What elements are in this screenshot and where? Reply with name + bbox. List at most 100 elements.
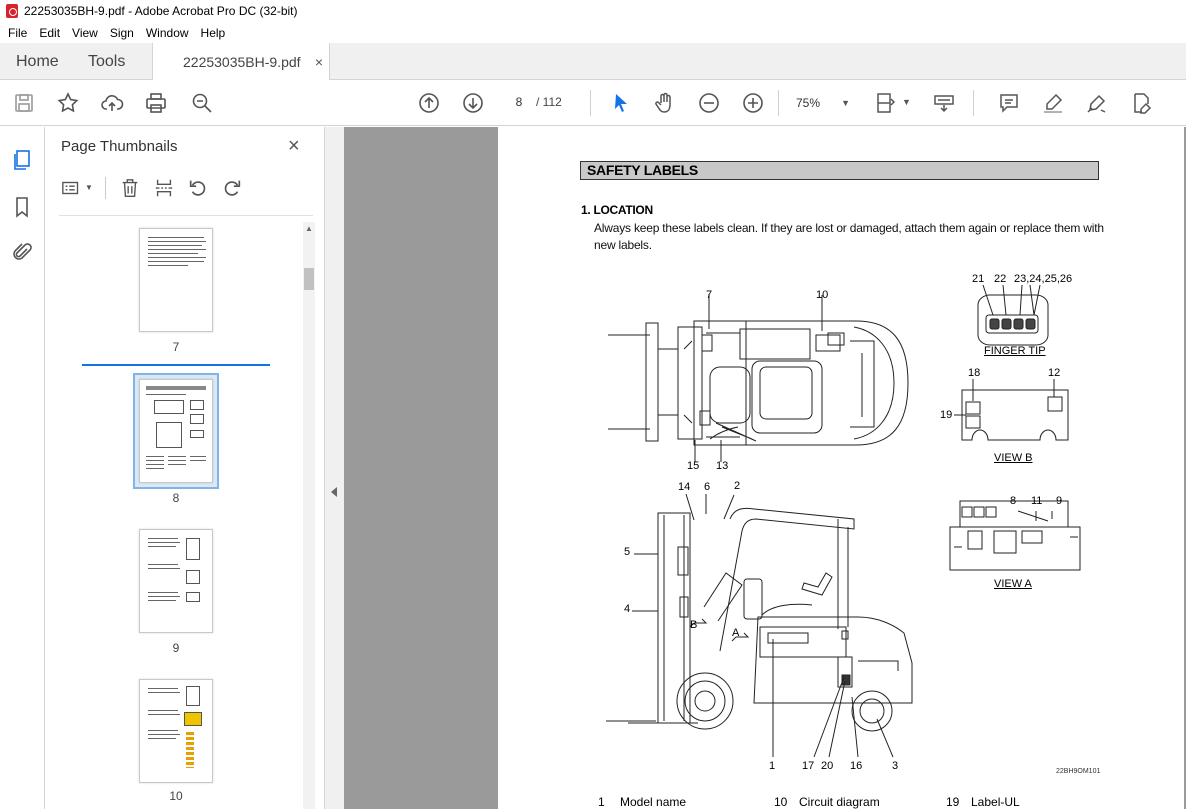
tab-document[interactable]: 22253035BH-9.pdf ×	[152, 43, 330, 81]
hand-tool-icon[interactable]	[653, 91, 677, 115]
page-thumbnails-icon[interactable]	[10, 148, 34, 172]
legend-label: Label-UL	[971, 795, 1020, 809]
collapse-panel-icon[interactable]	[331, 487, 337, 497]
options-dropdown-icon[interactable]: ▼	[85, 183, 93, 192]
toolbar	[0, 80, 1186, 126]
star-icon[interactable]	[56, 91, 80, 115]
thumbnail-page-8[interactable]	[139, 379, 213, 483]
callout-a: A	[732, 627, 740, 639]
callout-12: 12	[1048, 367, 1061, 379]
attachment-icon[interactable]	[10, 241, 34, 265]
caption-view-b: VIEW B	[994, 452, 1033, 464]
callout-15: 15	[687, 460, 700, 472]
tab-tools[interactable]: Tools	[88, 43, 125, 80]
callout-b: B	[690, 619, 698, 631]
callout-1: 1	[769, 760, 776, 772]
bookmark-icon[interactable]	[10, 195, 34, 219]
callout-6: 6	[704, 481, 711, 493]
callout-17: 17	[802, 760, 815, 772]
menu-file[interactable]: File	[2, 26, 33, 40]
rotate-left-icon[interactable]	[187, 177, 209, 199]
window-titlebar: 22253035BH-9.pdf - Adobe Acrobat Pro DC …	[0, 0, 1186, 22]
view-b-drawing	[954, 379, 1069, 441]
callout-5: 5	[624, 546, 631, 558]
options-menu-icon[interactable]	[61, 177, 83, 199]
insert-pages-icon[interactable]	[153, 177, 175, 199]
panel-splitter[interactable]	[325, 127, 344, 809]
toolbar-separator	[105, 177, 106, 199]
sign-pen-icon[interactable]	[1085, 91, 1109, 115]
comment-icon[interactable]	[997, 91, 1021, 115]
menu-sign[interactable]: Sign	[104, 26, 140, 40]
callout-21: 21	[972, 273, 985, 285]
tab-document-label: 22253035BH-9.pdf	[183, 54, 301, 70]
callout-10: 10	[816, 289, 829, 301]
callout-19: 19	[940, 409, 953, 421]
page-number-input[interactable]	[506, 91, 532, 113]
tab-home[interactable]: Home	[16, 43, 59, 80]
scroll-up-icon[interactable]: ▲	[305, 224, 313, 233]
window-title: 22253035BH-9.pdf - Adobe Acrobat Pro DC …	[24, 4, 298, 18]
figure-code: 22BH9OM101	[1056, 768, 1101, 775]
thumbnail-page-9[interactable]	[139, 529, 213, 633]
rotate-right-icon[interactable]	[221, 177, 243, 199]
edit-pdf-icon[interactable]	[1129, 91, 1153, 115]
legend-number: 19	[946, 795, 960, 809]
zoom-level-select[interactable]: 75% ▼	[786, 91, 858, 115]
select-arrow-icon[interactable]	[609, 91, 633, 115]
zoom-search-icon[interactable]	[190, 91, 214, 115]
keyboard-icon[interactable]	[932, 91, 956, 115]
callout-14: 14	[678, 481, 691, 493]
scrollbar-thumb[interactable]	[304, 268, 314, 290]
next-page-icon[interactable]	[461, 91, 485, 115]
panel-divider	[59, 215, 313, 216]
callout-7: 7	[706, 289, 713, 301]
thumbnail-page-7[interactable]	[139, 228, 213, 332]
thumbnail-scrollbar[interactable]: ▲	[303, 222, 315, 809]
print-icon[interactable]	[144, 91, 168, 115]
callout-22: 22	[994, 273, 1007, 285]
upload-cloud-icon[interactable]	[100, 91, 124, 115]
callout-4: 4	[624, 603, 631, 615]
callout-20: 20	[821, 760, 834, 772]
fit-page-icon[interactable]	[874, 91, 898, 115]
view-a-drawing	[949, 500, 1081, 571]
thumbnail-page-10[interactable]	[139, 679, 213, 783]
insertion-indicator	[82, 364, 270, 366]
fit-dropdown-icon[interactable]: ▼	[902, 97, 911, 107]
callout-11: 11	[1031, 495, 1043, 507]
menu-window[interactable]: Window	[140, 26, 195, 40]
page-thumbnails-panel: Page Thumbnails × ▼ 7 8 9 10 ▲	[45, 127, 325, 809]
zoom-out-icon[interactable]	[697, 91, 721, 115]
save-icon[interactable]	[12, 91, 36, 115]
legend-label: Model name	[620, 795, 687, 809]
tab-close-icon[interactable]: ×	[315, 54, 323, 70]
previous-page-icon[interactable]	[417, 91, 441, 115]
thumbnail-toolbar: ▼	[61, 173, 311, 203]
toolbar-separator	[973, 90, 974, 116]
callout-2: 2	[734, 480, 741, 492]
legend-number: 1	[598, 795, 605, 809]
page-total: / 112	[536, 95, 562, 109]
callout-18: 18	[968, 367, 981, 379]
caption-view-a: VIEW A	[994, 578, 1032, 590]
menu-edit[interactable]: Edit	[33, 26, 66, 40]
close-panel-icon[interactable]: ×	[288, 135, 300, 158]
caption-finger-tip: FINGER TIP	[984, 345, 1046, 357]
pdf-page: SAFETY LABELS 1. LOCATION Always keep th…	[498, 127, 1184, 809]
callout-16: 16	[850, 760, 863, 772]
menu-view[interactable]: View	[66, 26, 104, 40]
legend-number: 10	[774, 795, 788, 809]
callout-3: 3	[892, 760, 899, 772]
menu-help[interactable]: Help	[195, 26, 232, 40]
delete-trash-icon[interactable]	[119, 177, 141, 199]
highlight-pen-icon[interactable]	[1041, 91, 1065, 115]
zoom-in-icon[interactable]	[741, 91, 765, 115]
chevron-down-icon: ▼	[841, 98, 850, 108]
toolbar-separator	[590, 90, 591, 116]
document-viewport[interactable]: SAFETY LABELS 1. LOCATION Always keep th…	[344, 127, 1186, 809]
callout-9: 9	[1056, 495, 1063, 507]
forklift-diagram	[606, 284, 1081, 758]
thumbnail-label: 7	[172, 340, 180, 354]
side-view-drawing	[606, 507, 913, 732]
